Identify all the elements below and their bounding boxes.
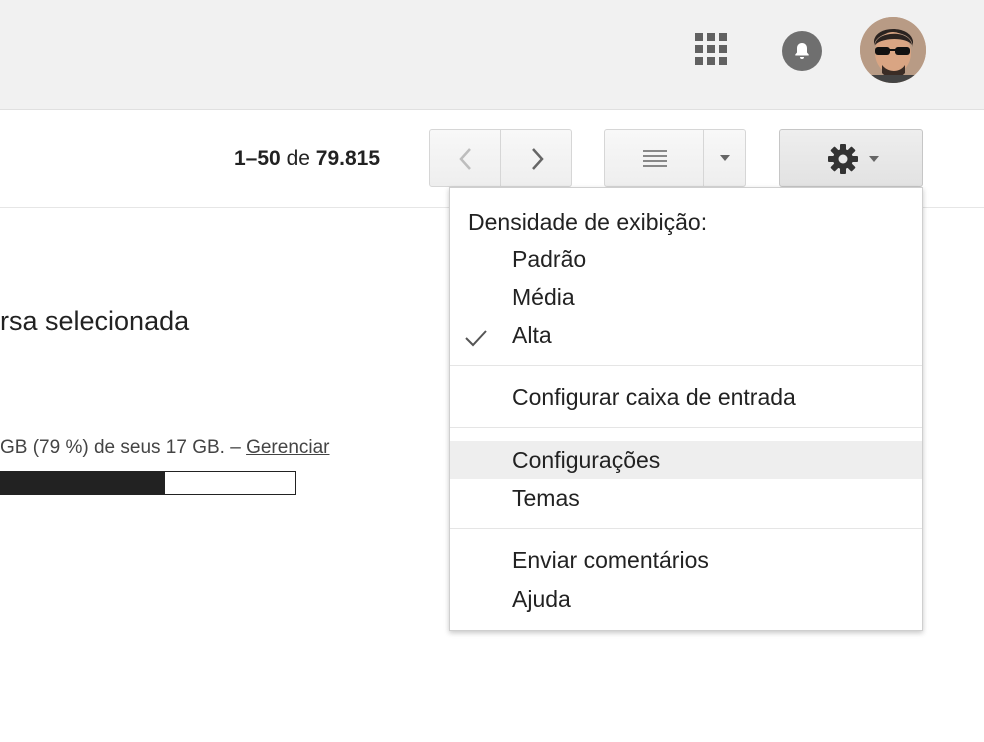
settings-menu: Densidade de exibição: Padrão Média Alta…	[449, 187, 923, 631]
menu-item-settings[interactable]: Configurações	[450, 441, 922, 479]
caret-down-icon	[720, 155, 730, 161]
pagination-total: 79.815	[315, 147, 380, 170]
menu-item-label: Média	[512, 284, 575, 310]
top-header-bar	[0, 0, 984, 110]
menu-item-label: Temas	[512, 485, 580, 511]
checkmark-icon	[465, 330, 487, 347]
older-page-button[interactable]	[429, 129, 501, 187]
selection-status-text: rsa selecionada	[0, 306, 190, 336]
menu-item-label: Ajuda	[512, 586, 571, 612]
menu-item-label: Configurações	[512, 447, 661, 473]
menu-divider	[450, 427, 922, 428]
pagination-count: 1–50 de 79.815	[234, 147, 380, 171]
density-dropdown-button[interactable]	[703, 129, 746, 187]
menu-item-label: Configurar caixa de entrada	[512, 384, 796, 410]
gear-icon	[828, 144, 858, 174]
pagination-of: de	[286, 147, 310, 170]
menu-item-help[interactable]: Ajuda	[450, 580, 922, 618]
storage-usage-text: GB (79 %) de seus 17 GB. – Gerenciar	[0, 437, 330, 459]
menu-item-send-feedback[interactable]: Enviar comentários	[450, 541, 922, 579]
caret-down-icon	[869, 156, 879, 162]
pagination-range: 1–50	[234, 147, 281, 170]
newer-page-button[interactable]	[500, 129, 572, 187]
menu-item-label: Padrão	[512, 246, 587, 272]
menu-item-label: Alta	[512, 322, 552, 348]
menu-item-themes[interactable]: Temas	[450, 479, 922, 517]
storage-usage-fill	[0, 472, 166, 494]
density-heading: Densidade de exibição:	[468, 209, 708, 235]
user-avatar[interactable]	[860, 17, 926, 83]
menu-item-density-default[interactable]: Padrão	[450, 240, 922, 278]
apps-grid-icon[interactable]	[695, 33, 727, 65]
chevron-right-icon	[532, 148, 544, 170]
notifications-bell-icon[interactable]	[782, 31, 822, 71]
menu-item-label: Enviar comentários	[512, 547, 709, 573]
manage-storage-link[interactable]: Gerenciar	[246, 437, 329, 458]
menu-divider	[450, 528, 922, 529]
storage-usage-bar	[0, 471, 296, 495]
density-lines-icon	[643, 150, 667, 167]
chevron-left-icon	[459, 148, 471, 170]
menu-item-density-compact[interactable]: Alta	[450, 316, 922, 354]
settings-button[interactable]	[779, 129, 923, 187]
storage-usage-label: GB (79 %) de seus 17 GB. –	[0, 437, 247, 458]
menu-divider	[450, 365, 922, 366]
menu-item-density-comfortable[interactable]: Média	[450, 278, 922, 316]
density-button[interactable]	[604, 129, 704, 187]
menu-item-configure-inbox[interactable]: Configurar caixa de entrada	[450, 378, 922, 416]
